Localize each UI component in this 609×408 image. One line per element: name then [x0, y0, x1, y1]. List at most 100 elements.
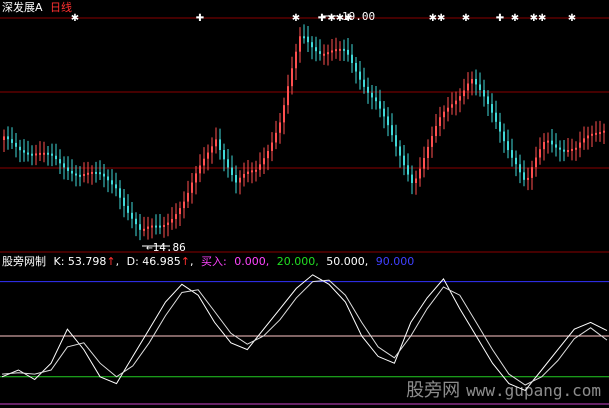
k-value: K: 53.798↑, [53, 255, 120, 268]
candle-body [151, 225, 153, 228]
candle-body [567, 150, 569, 153]
candle-body [583, 138, 585, 143]
candle-body [479, 84, 481, 91]
candle-body [79, 174, 81, 177]
candle-body [239, 177, 241, 183]
candle-body [503, 131, 505, 142]
candle-body [531, 167, 533, 178]
series-line-d [1, 279, 608, 386]
candle-body [323, 53, 325, 56]
candle-body [459, 96, 461, 101]
candle-body [263, 158, 265, 165]
candle-body [407, 165, 409, 175]
level-0-label: 0.000, [234, 255, 270, 268]
candle-body [7, 136, 9, 140]
candle-body [271, 142, 273, 151]
candle-body [335, 49, 337, 52]
candle-body [411, 174, 413, 184]
chart-canvas: ✱ ✚ ✱ ✚ ✱✱✱ ✱✱ ✱ ✚ ✱ ✱✱ ✱19.00←14.86 [0, 10, 609, 405]
candle-body [35, 153, 37, 156]
candle-body [599, 132, 601, 135]
candle-body [343, 48, 345, 51]
candle-body [535, 157, 537, 168]
candle-body [399, 146, 401, 156]
candle-body [39, 152, 41, 155]
candle-body [203, 158, 205, 166]
candle-body [543, 141, 545, 150]
candle-body [439, 117, 441, 127]
candle-body [179, 208, 181, 215]
candle-body [135, 218, 137, 225]
candle-body [219, 139, 221, 150]
candle-body [303, 36, 305, 39]
chart-period: 日线 [50, 1, 73, 14]
candle-body [27, 152, 29, 155]
candle-body [603, 130, 605, 133]
candle-body [11, 139, 13, 143]
candle-body [487, 96, 489, 105]
candle-body [471, 78, 473, 84]
candle-body [475, 78, 477, 85]
candle-body [519, 164, 521, 173]
signal-mark: ✱✱ [429, 13, 446, 24]
candle-body [571, 148, 573, 151]
candle-body [115, 184, 117, 189]
candle-body [283, 105, 285, 123]
stock-symbol: 深发展A [2, 1, 43, 14]
candle-body [299, 36, 301, 52]
candle-body [107, 176, 109, 181]
candle-body [127, 205, 129, 213]
buy-label: 买入: [201, 255, 227, 268]
candle-body [247, 171, 249, 175]
candle-body [91, 171, 93, 174]
candle-body [187, 192, 189, 202]
candle-body [279, 122, 281, 133]
candle-body [183, 201, 185, 209]
candle-body [431, 136, 433, 147]
candle-body [591, 133, 593, 136]
candle-body [423, 158, 425, 169]
candle-body [287, 86, 289, 106]
candle-body [515, 157, 517, 165]
candle-body [455, 100, 457, 105]
candle-body [495, 112, 497, 122]
candle-body [307, 36, 309, 43]
low-price-label: ←14.86 [146, 241, 186, 254]
candle-body [415, 178, 417, 184]
candle-body [351, 54, 353, 63]
watermark-brand: 股旁网 [406, 380, 461, 401]
d-value: D: 46.985↑, [126, 255, 194, 268]
candle-body [163, 224, 165, 227]
candle-body [467, 83, 469, 91]
candle-body [139, 224, 141, 230]
candle-body [103, 173, 105, 177]
candle-body [123, 197, 125, 206]
candle-body [215, 139, 217, 147]
candle-body [383, 108, 385, 117]
candle-body [523, 172, 525, 180]
candle-body [143, 228, 145, 231]
candle-body [71, 170, 73, 174]
candle-body [167, 222, 169, 225]
candle-body [255, 169, 257, 172]
signal-mark: ✱ [292, 13, 300, 24]
candle-body [507, 141, 509, 151]
signal-mark: ✚ [318, 13, 326, 24]
candlestick-panel: ✱ ✚ ✱ ✚ ✱✱✱ ✱✱ ✱ ✚ ✱ ✱✱ ✱19.00←14.86 [0, 10, 609, 254]
candle-body [251, 170, 253, 173]
candle-body [3, 136, 5, 140]
candle-body [395, 135, 397, 147]
level-20-label: 20.000, [276, 255, 319, 268]
level-50-label: 50.000, [326, 255, 369, 268]
candle-body [87, 172, 89, 175]
candle-body [63, 163, 65, 168]
indicator-header: 股旁网制 K: 53.798↑, D: 46.985↑, 买入: 0.000, … [2, 255, 418, 268]
candle-body [267, 150, 269, 159]
candle-body [231, 167, 233, 175]
candle-body [387, 116, 389, 126]
candle-body [99, 172, 101, 175]
candle-body [551, 140, 553, 145]
candle-body [355, 62, 357, 72]
candle-body [155, 225, 157, 228]
candle-body [235, 174, 237, 183]
